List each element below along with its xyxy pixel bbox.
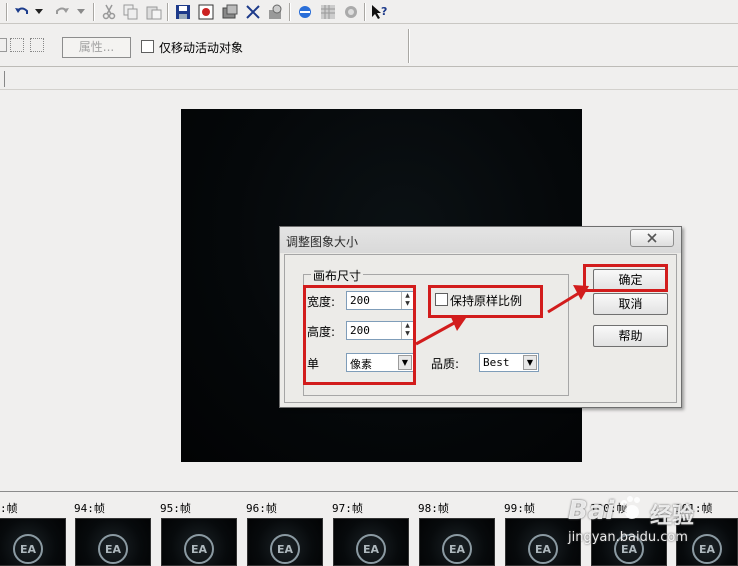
crop-icon bbox=[246, 5, 260, 19]
toolbar-separator bbox=[364, 3, 366, 21]
watermark-text: Bai bbox=[568, 496, 615, 526]
undo-dropdown[interactable] bbox=[32, 2, 46, 22]
close-icon bbox=[647, 233, 657, 243]
frame-thumb[interactable]: EA bbox=[333, 518, 409, 566]
paste-icon bbox=[146, 6, 162, 20]
rotate-icon bbox=[269, 4, 282, 19]
image-icon bbox=[222, 4, 238, 19]
ea-logo: EA bbox=[13, 534, 43, 564]
quality-label: 品质: bbox=[431, 357, 460, 371]
align-center-button[interactable] bbox=[10, 38, 24, 52]
dialog-title: 调整图象大小 bbox=[286, 235, 359, 249]
image-button[interactable] bbox=[220, 2, 240, 22]
ea-logo: EA bbox=[184, 534, 214, 564]
redo-button[interactable] bbox=[52, 2, 72, 22]
cancel-button[interactable]: 取消 bbox=[593, 293, 668, 315]
web-button[interactable] bbox=[341, 2, 361, 22]
toolbar-separator bbox=[289, 3, 291, 21]
toolbar-separator bbox=[408, 29, 410, 63]
watermark-brand: 经验 bbox=[650, 504, 695, 529]
annotation-box-dimensions bbox=[303, 285, 416, 385]
help-button[interactable]: 帮助 bbox=[593, 325, 668, 347]
context-help-button[interactable]: ? bbox=[370, 2, 390, 22]
frame-label: :帧 bbox=[0, 502, 18, 515]
watermark-url: jingyan.baidu.com bbox=[568, 530, 688, 545]
frame-thumb[interactable]: EA bbox=[0, 518, 66, 566]
ea-logo: EA bbox=[528, 534, 558, 564]
copy-button[interactable] bbox=[121, 2, 141, 22]
group-title: 画布尺寸 bbox=[311, 267, 364, 284]
frame-label: 98:帧 bbox=[418, 502, 449, 515]
ea-logo: EA bbox=[442, 534, 472, 564]
browser-icon bbox=[299, 6, 311, 18]
frame-thumb[interactable]: EA bbox=[75, 518, 151, 566]
panel-divider bbox=[4, 71, 5, 87]
ea-logo: EA bbox=[270, 534, 300, 564]
frame-label: 99:帧 bbox=[504, 502, 535, 515]
cut-icon bbox=[102, 4, 116, 20]
toolbar-separator bbox=[93, 3, 95, 21]
align-right-button[interactable] bbox=[30, 38, 44, 52]
frame-label: 95:帧 bbox=[160, 502, 191, 515]
panel-strip bbox=[0, 68, 738, 90]
quality-value: Best bbox=[483, 356, 510, 369]
move-only-label: 仅移动活动对象 bbox=[159, 41, 244, 55]
frame-thumb[interactable]: EA bbox=[161, 518, 237, 566]
chevron-down-icon[interactable]: ▼ bbox=[523, 355, 537, 370]
arrow-icon bbox=[415, 315, 466, 346]
svg-text:?: ? bbox=[381, 5, 387, 18]
toolbar-separator bbox=[6, 3, 8, 21]
baidu-watermark: Bai 经验 jingyan.baidu.com bbox=[560, 490, 730, 560]
paw-icon bbox=[621, 496, 640, 519]
quality-select[interactable]: Best ▼ bbox=[479, 353, 539, 372]
grid-button[interactable] bbox=[318, 2, 338, 22]
arrow-icon bbox=[547, 285, 589, 314]
browser-button[interactable] bbox=[295, 2, 315, 22]
grid-icon bbox=[321, 5, 335, 19]
frame-thumb[interactable]: EA bbox=[247, 518, 323, 566]
close-button[interactable] bbox=[630, 229, 674, 247]
ea-logo: EA bbox=[356, 534, 386, 564]
copy-icon bbox=[123, 4, 138, 20]
frame-label: 94:帧 bbox=[74, 502, 105, 515]
undo-icon bbox=[15, 7, 28, 14]
annotation-box-ok bbox=[583, 264, 668, 292]
frame-thumb[interactable]: EA bbox=[419, 518, 495, 566]
web-icon bbox=[345, 6, 357, 18]
toolbar-separator bbox=[167, 3, 169, 21]
redo-dropdown[interactable] bbox=[74, 2, 88, 22]
undo-button[interactable] bbox=[12, 2, 32, 22]
dialog-titlebar[interactable]: 调整图象大小 bbox=[280, 227, 681, 253]
export-icon bbox=[198, 4, 214, 20]
help-pointer-icon: ? bbox=[372, 5, 387, 19]
dropdown-icon bbox=[35, 9, 43, 14]
save-button[interactable] bbox=[173, 2, 193, 22]
dropdown-icon bbox=[77, 9, 85, 14]
align-left-button[interactable] bbox=[0, 38, 7, 52]
move-only-checkbox[interactable] bbox=[141, 40, 154, 53]
frame-label: 97:帧 bbox=[332, 502, 363, 515]
export-button[interactable] bbox=[196, 2, 216, 22]
ea-logo: EA bbox=[98, 534, 128, 564]
properties-button[interactable]: 属性... bbox=[62, 37, 131, 58]
redo-icon bbox=[56, 7, 69, 14]
rotate-button[interactable] bbox=[265, 2, 285, 22]
cut-button[interactable] bbox=[99, 2, 119, 22]
paste-button[interactable] bbox=[144, 2, 164, 22]
property-bar: 属性... 仅移动活动对象 bbox=[0, 25, 738, 67]
crop-button[interactable] bbox=[243, 2, 263, 22]
save-icon bbox=[176, 5, 190, 19]
frame-label: 96:帧 bbox=[246, 502, 277, 515]
main-toolbar: ? bbox=[0, 0, 738, 24]
